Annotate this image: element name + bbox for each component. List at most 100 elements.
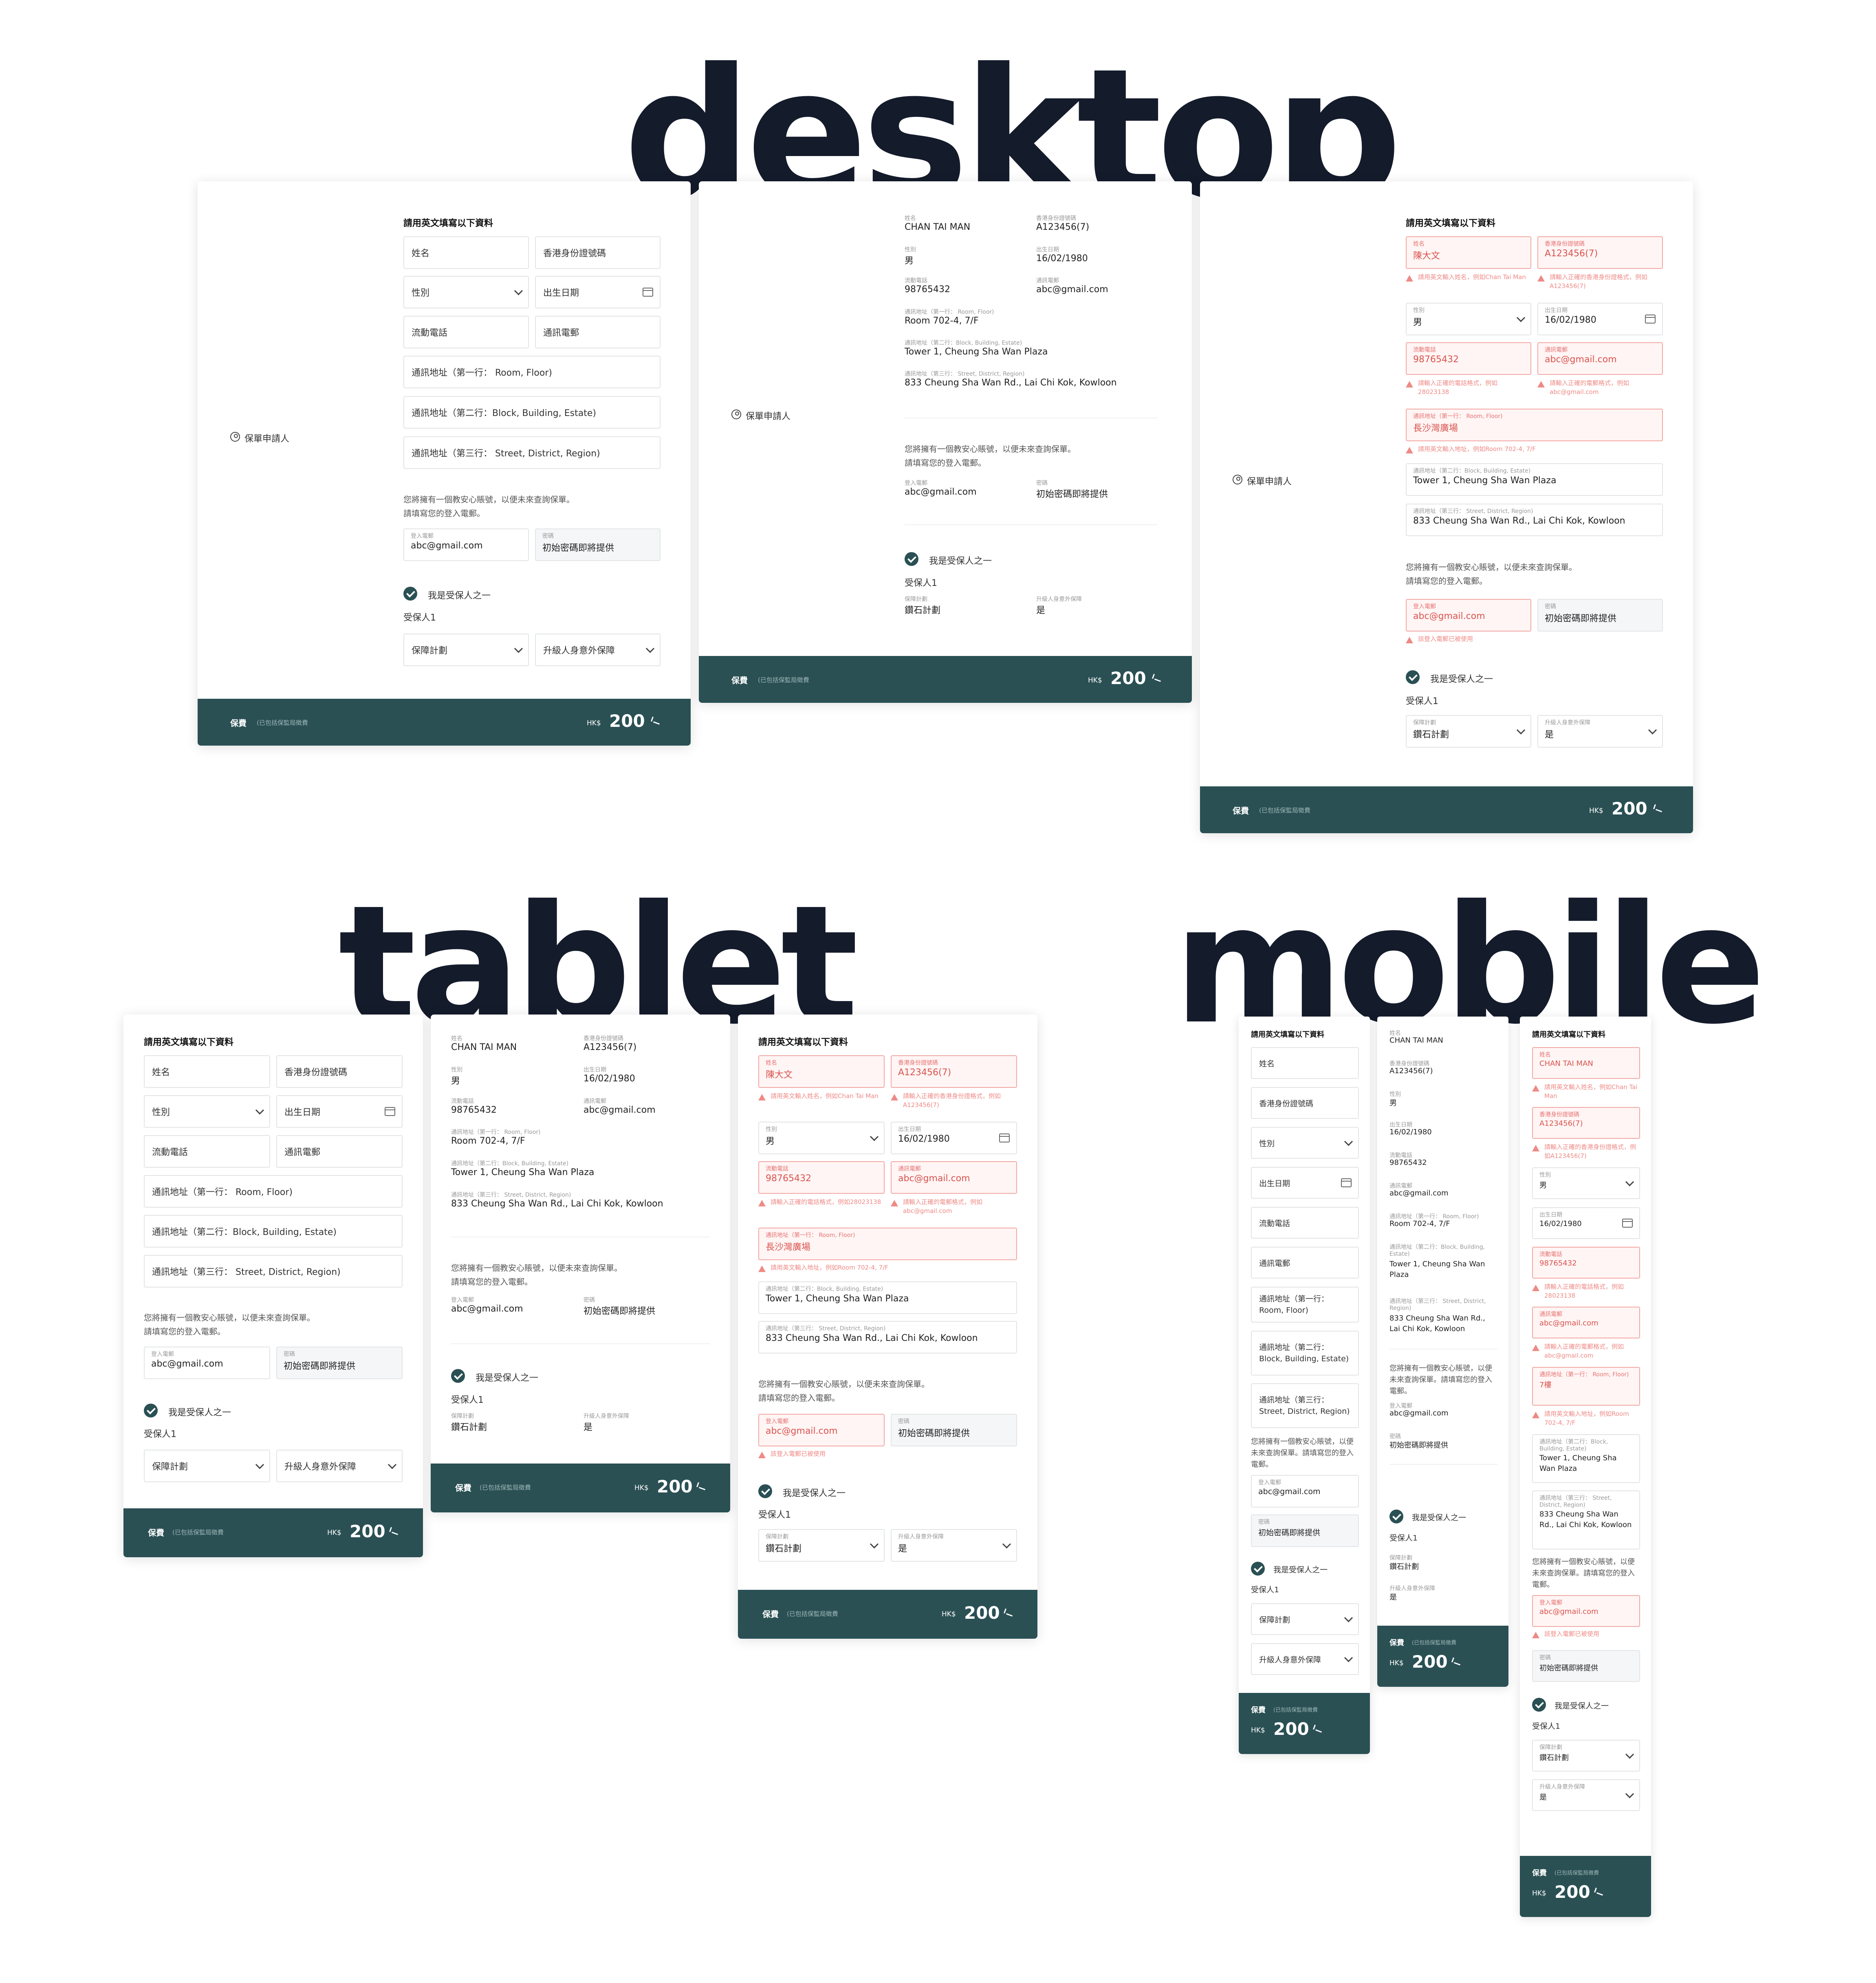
- address-line2-field[interactable]: 通訊地址（第二行：Block, Building, Estate) Tower 1…: [758, 1281, 1017, 1314]
- calendar-icon: [643, 288, 653, 297]
- hkid-field[interactable]: 香港身份證號碼: [276, 1055, 403, 1088]
- dob-value: 16/02/1980: [583, 1074, 635, 1084]
- gender-select[interactable]: 性別男: [1532, 1167, 1640, 1199]
- address-line2-field[interactable]: 通訊地址（第二行：Block, Building, Estate) Tower 1…: [1406, 463, 1663, 496]
- address-line1-field[interactable]: 通訊地址（第一行： Room, Floor): [1251, 1287, 1359, 1323]
- address-line1-field[interactable]: 通訊地址（第一行： Room, Floor) 7樓: [1532, 1367, 1640, 1406]
- fee-amount: 200: [609, 711, 645, 731]
- dob-field[interactable]: 出生日期: [276, 1095, 403, 1128]
- addr1-label: 通訊地址（第一行： Room, Floor): [1389, 1213, 1479, 1220]
- email-field[interactable]: 通訊電郵: [1251, 1247, 1359, 1279]
- insured1-label: 受保人1: [451, 1395, 484, 1405]
- insured-toggle-label: 我是受保人之一: [476, 1373, 539, 1383]
- login-email-field[interactable]: 登入電郵 abc@gmail.com: [403, 528, 529, 561]
- hkid-field[interactable]: 香港身份證號碼 A123456(7): [1532, 1107, 1640, 1139]
- name-field[interactable]: 姓名: [1251, 1047, 1359, 1079]
- fee-amount: 200: [964, 1603, 1000, 1623]
- insured-checkbox[interactable]: [1532, 1698, 1546, 1712]
- name-field[interactable]: 姓名: [403, 236, 529, 269]
- login-email-field[interactable]: 登入電郵 abc@gmail.com: [144, 1347, 270, 1379]
- tick-icon: [1003, 1609, 1013, 1618]
- upgrade-select[interactable]: 升級人身意外保障: [535, 634, 661, 666]
- address-line3-field[interactable]: 通訊地址（第三行： Street, District, Region): [403, 436, 661, 469]
- hkid-field[interactable]: 香港身份證號碼 A123456(7): [891, 1055, 1017, 1088]
- addr3-value: 833 Cheung Sha Wan Rd., Lai Chi Kok, Kow…: [451, 1199, 663, 1209]
- email-field[interactable]: 通訊電郵 abc@gmail.com: [1532, 1307, 1640, 1338]
- address-line1-field[interactable]: 通訊地址（第一行： Room, Floor) 長沙灣廣場: [1406, 409, 1663, 441]
- gender-select[interactable]: 性別: [403, 276, 529, 308]
- address-line2-field[interactable]: 通訊地址（第二行：Block, Building, Estate): [144, 1215, 403, 1248]
- dob-field[interactable]: 出生日期: [1251, 1167, 1359, 1199]
- mobile-field[interactable]: 流動電話: [1251, 1207, 1359, 1239]
- login-email-field[interactable]: 登入電郵 abc@gmail.com: [1251, 1475, 1359, 1508]
- address-line2-field[interactable]: 通訊地址（第二行：Block, Building, Estate): [1251, 1331, 1359, 1376]
- plan-select[interactable]: 保障計劃: [1251, 1603, 1359, 1635]
- insured-checkbox[interactable]: [403, 587, 417, 601]
- gender-select[interactable]: 性別男: [758, 1122, 885, 1154]
- gender-select[interactable]: 性別男: [1406, 303, 1531, 335]
- upgrade-select[interactable]: 升級人身意外保障是: [1537, 715, 1663, 748]
- hkid-field[interactable]: 香港身份證號碼: [1251, 1087, 1359, 1119]
- upgrade-select[interactable]: 升級人身意外保障: [276, 1450, 403, 1482]
- account-note: 您將擁有一個教安心賬號，以便未來查詢保單。請填寫您的登入電郵。: [1406, 562, 1577, 586]
- address-line1-field[interactable]: 通訊地址（第一行： Room, Floor): [144, 1175, 403, 1208]
- email-field[interactable]: 通訊電郵 abc@gmail.com: [1537, 342, 1663, 375]
- name-value: CHAN TAI MAN: [905, 222, 971, 232]
- mobile-field[interactable]: 流動電話 98765432: [1406, 342, 1531, 375]
- warning-icon: [1532, 1145, 1539, 1151]
- name-field[interactable]: 姓名 陳大文: [1406, 236, 1531, 269]
- address-line2-field[interactable]: 通訊地址（第二行：Block, Building, Estate): [403, 396, 661, 429]
- mobile-field[interactable]: 流動電話: [403, 316, 529, 348]
- calendar-icon: [1341, 1178, 1352, 1187]
- hkid-field[interactable]: 香港身份證號碼: [535, 236, 661, 269]
- email-field[interactable]: 通訊電郵: [276, 1135, 403, 1168]
- hkid-field[interactable]: 香港身份證號碼 A123456(7): [1537, 236, 1663, 269]
- address-line2-field[interactable]: 通訊地址（第二行：Block, Building, Estate) Tower 1…: [1532, 1434, 1640, 1483]
- upgrade-select[interactable]: 升級人身意外保障是: [891, 1529, 1017, 1562]
- insured-checkbox[interactable]: [144, 1404, 158, 1417]
- name-field[interactable]: 姓名 CHAN TAI MAN: [1532, 1047, 1640, 1079]
- insured-checkbox[interactable]: [1406, 670, 1420, 684]
- upgrade-select[interactable]: 升級人身意外保障是: [1532, 1779, 1640, 1811]
- plan-select[interactable]: 保障計劃: [403, 634, 529, 666]
- dob-field[interactable]: 出生日期 16/02/1980: [1532, 1207, 1640, 1239]
- gender-select[interactable]: 性別: [144, 1095, 270, 1128]
- name-field[interactable]: 姓名 陳大文: [758, 1055, 885, 1088]
- address-line3-field[interactable]: 通訊地址（第三行： Street, District, Region) 833 C…: [758, 1321, 1017, 1354]
- plan-select[interactable]: 保障計劃 鑽石計劃: [1532, 1740, 1640, 1772]
- address-line3-field[interactable]: 通訊地址（第三行： Street, District, Region) 833 C…: [1532, 1490, 1640, 1549]
- plan-select[interactable]: 保障計劃: [144, 1450, 270, 1482]
- email-field[interactable]: 通訊電郵 abc@gmail.com: [891, 1161, 1017, 1194]
- dob-field[interactable]: 出生日期: [535, 276, 661, 308]
- plan-select[interactable]: 保障計劃 鑽石計劃: [1406, 715, 1531, 748]
- mobile-field[interactable]: 流動電話 98765432: [1532, 1247, 1640, 1279]
- gender-select[interactable]: 性別: [1251, 1127, 1359, 1159]
- login-email-field[interactable]: 登入電郵 abc@gmail.com: [1532, 1595, 1640, 1627]
- fee-note: (已包括保監局徵費: [758, 676, 809, 684]
- insured-checkbox[interactable]: [1389, 1510, 1403, 1523]
- address-line3-field[interactable]: 通訊地址（第三行： Street, District, Region): [144, 1255, 403, 1288]
- insured-checkbox[interactable]: [451, 1369, 465, 1383]
- mobile-field[interactable]: 流動電話: [144, 1135, 270, 1168]
- email-field[interactable]: 通訊電郵: [535, 316, 661, 348]
- login-email-field[interactable]: 登入電郵 abc@gmail.com: [758, 1414, 885, 1446]
- dob-field[interactable]: 出生日期 16/02/1980: [891, 1122, 1017, 1154]
- insured-checkbox[interactable]: [905, 552, 918, 566]
- upgrade-select[interactable]: 升級人身意外保障: [1251, 1643, 1359, 1675]
- insured-checkbox[interactable]: [1251, 1562, 1265, 1576]
- address-line3-field[interactable]: 通訊地址（第三行： Street, District, Region) 833 C…: [1406, 504, 1663, 536]
- mobile-field[interactable]: 流動電話 98765432: [758, 1161, 885, 1194]
- divider: [905, 524, 1157, 525]
- dob-field[interactable]: 出生日期 16/02/1980: [1537, 303, 1663, 335]
- address-line1-field[interactable]: 通訊地址（第一行： Room, Floor) 長沙灣廣場: [758, 1228, 1017, 1260]
- chevron-down-icon: [645, 644, 655, 653]
- gender-value: 男: [1389, 1099, 1397, 1107]
- insured-checkbox[interactable]: [758, 1484, 772, 1498]
- address-line1-field[interactable]: 通訊地址（第一行： Room, Floor): [403, 356, 661, 388]
- address-line3-field[interactable]: 通訊地址（第三行： Street, District, Region): [1251, 1383, 1359, 1428]
- login-email-field[interactable]: 登入電郵 abc@gmail.com: [1406, 599, 1531, 632]
- addr1-label: 通訊地址（第一行： Room, Floor): [451, 1129, 541, 1136]
- tick-icon: [388, 1527, 398, 1537]
- plan-select[interactable]: 保障計劃 鑽石計劃: [758, 1529, 885, 1562]
- name-field[interactable]: 姓名: [144, 1055, 270, 1088]
